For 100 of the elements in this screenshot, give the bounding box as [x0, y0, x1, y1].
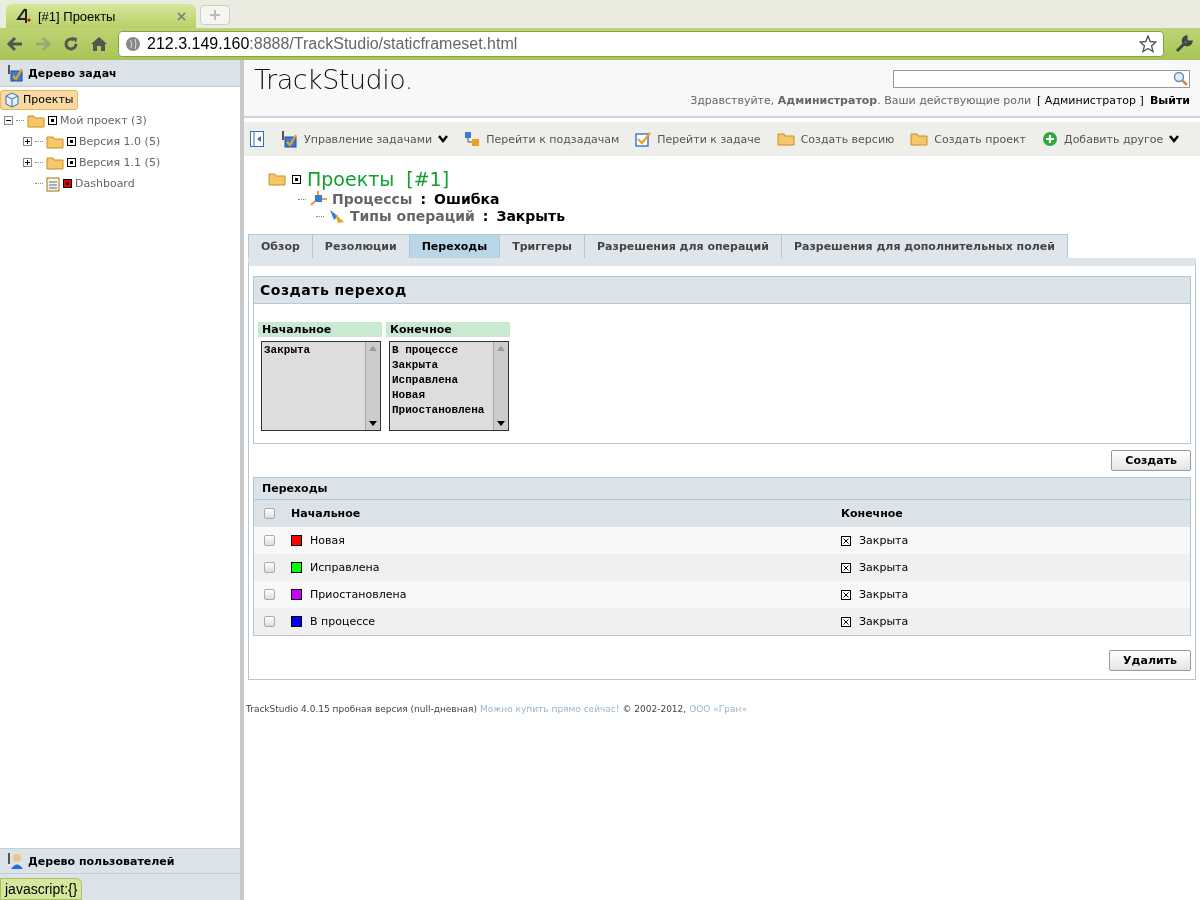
table-cell: Закрыта [859, 534, 909, 547]
plus-icon [209, 9, 221, 21]
list-option[interactable]: Исправлена [392, 373, 491, 388]
breadcrumb-value: Закрыть [496, 208, 565, 224]
tree-item[interactable]: Dashboard [75, 177, 135, 190]
tab[interactable]: Разрешения для дополнительных полей [780, 234, 1068, 258]
list-option[interactable]: Новая [392, 388, 491, 403]
status-marker-icon [292, 174, 301, 184]
table-cell: Новая [310, 534, 345, 547]
reload-icon[interactable] [62, 35, 80, 53]
checkbox[interactable] [264, 562, 275, 573]
expand-toggle[interactable] [23, 158, 32, 167]
scrollbar[interactable] [365, 342, 380, 430]
toolbar-button[interactable]: Добавить другое [1042, 131, 1180, 147]
delete-button[interactable]: Удалить [1109, 650, 1191, 671]
table-cell: В процессе [310, 615, 376, 628]
greeting-text: Здравствуйте, Администратор. Ваши действующие роли [690, 94, 1032, 107]
tab[interactable]: Переходы [408, 234, 501, 258]
tree-item[interactable]: Версия 1.0 (5) [79, 135, 161, 148]
list-option[interactable]: Закрыта [392, 358, 491, 373]
back-icon[interactable] [6, 35, 24, 53]
tools-icon [280, 130, 298, 148]
scrollbar[interactable] [493, 342, 508, 430]
checkbox-icon [635, 131, 652, 147]
search-field[interactable] [893, 70, 1190, 88]
section-title: Переходы [254, 478, 1190, 500]
roles-link[interactable]: [ Администратор ] [1037, 94, 1144, 107]
scroll-up-icon[interactable] [496, 344, 506, 352]
tools-icon [6, 64, 24, 82]
cube-icon [4, 91, 20, 108]
tree-item[interactable]: Мой проект (3) [60, 114, 147, 127]
panel-title: Дерево пользователей [28, 854, 175, 868]
wrench-icon[interactable] [1174, 34, 1194, 54]
process-icon [310, 191, 328, 207]
task-number: [#1] [406, 168, 450, 190]
clipboard-icon [46, 175, 60, 192]
breadcrumb-value: Ошибка [434, 191, 500, 207]
new-tab-button[interactable] [200, 5, 230, 25]
app-logo-icon [16, 8, 32, 24]
browser-tab[interactable]: [#1] Проекты [6, 4, 196, 28]
scroll-down-icon[interactable] [368, 420, 378, 428]
list-box[interactable]: В процессе Закрыта Исправлена Новая Приостановлена [389, 341, 509, 431]
toolbar-button[interactable]: Перейти к задаче [635, 131, 761, 147]
checkbox[interactable] [264, 508, 275, 519]
status-bubble: javascript:{} [0, 878, 83, 900]
star-icon[interactable] [1139, 35, 1157, 53]
breadcrumb-link[interactable]: Типы операций [350, 208, 475, 224]
folder-icon [46, 155, 64, 170]
table-cell: Исправлена [310, 561, 380, 574]
home-icon[interactable] [90, 35, 108, 53]
tab[interactable]: Резолюции [311, 234, 410, 258]
toolbar-button[interactable]: Управление задачами [280, 130, 449, 148]
toolbar-button[interactable]: Создать версию [776, 132, 895, 146]
column-header: Конечное [386, 322, 510, 337]
checkbox[interactable] [264, 589, 275, 600]
plus-icon [1042, 131, 1059, 147]
tree-item[interactable]: Проекты [0, 89, 78, 110]
address-bar[interactable]: 212.3.149.160:8888/TrackStudio/staticframeset.html [118, 31, 1164, 57]
column-header: Конечное [841, 507, 903, 520]
list-box[interactable]: Закрыта [261, 341, 381, 431]
close-icon[interactable] [177, 11, 186, 21]
expand-toggle[interactable] [23, 137, 32, 146]
folder-icon [268, 172, 286, 186]
operation-icon [328, 208, 346, 224]
toolbar-button[interactable]: Создать проект [910, 132, 1027, 146]
tree-item[interactable]: Версия 1.1 (5) [79, 156, 161, 169]
toolbar-button[interactable]: Перейти к подзадачам [464, 131, 620, 147]
scroll-up-icon[interactable] [368, 344, 378, 352]
tab[interactable]: Обзор [248, 234, 313, 258]
tab[interactable]: Разрешения для операций [584, 234, 782, 258]
folder-icon [776, 132, 795, 146]
users-icon [6, 852, 24, 870]
scroll-down-icon[interactable] [496, 420, 506, 428]
checkbox[interactable] [264, 616, 275, 627]
logo: TrackStudio. [254, 63, 413, 97]
caret-icon [438, 135, 449, 143]
closed-status-icon [841, 616, 851, 627]
breadcrumb-link[interactable]: Процессы [332, 191, 413, 207]
logout-link[interactable]: Выйти [1149, 94, 1190, 107]
column-header: Начальное [258, 322, 382, 337]
closed-status-icon [841, 589, 851, 600]
expand-toggle[interactable] [4, 116, 13, 125]
url-text: 212.3.149.160:8888/TrackStudio/staticframeset.html [147, 35, 519, 53]
page-title: Проекты [307, 168, 395, 190]
table-cell: Приостановлена [310, 588, 407, 601]
search-icon[interactable] [1173, 71, 1189, 87]
collapse-panel-icon[interactable] [250, 131, 264, 147]
folder-icon [910, 132, 929, 146]
table-cell: Закрыта [859, 588, 909, 601]
column-header: Начальное [291, 507, 362, 520]
list-option[interactable]: Закрыта [264, 343, 363, 358]
list-option[interactable]: В процессе [392, 343, 491, 358]
tab[interactable]: Триггеры [499, 234, 585, 258]
footer-text: TrackStudio 4.0.15 пробная версия (null-дневная) [246, 704, 477, 714]
caret-icon [1169, 135, 1180, 143]
folder-icon [46, 134, 64, 149]
create-button[interactable]: Создать [1111, 450, 1191, 471]
copyright-text: © 2002-2012, [622, 704, 687, 714]
list-option[interactable]: Приостановлена [392, 403, 491, 418]
checkbox[interactable] [264, 535, 275, 546]
